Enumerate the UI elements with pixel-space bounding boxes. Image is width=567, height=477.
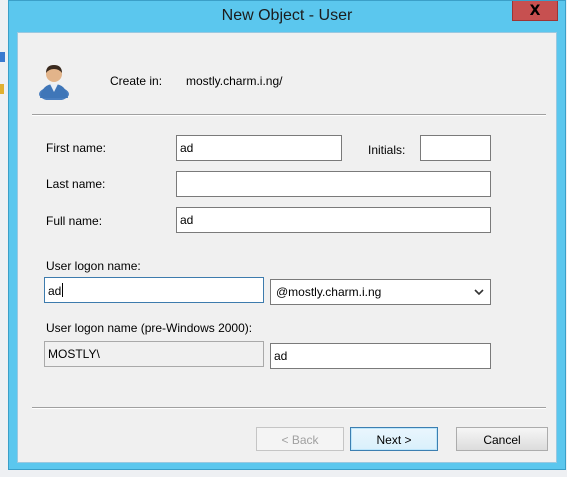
full-name-input[interactable]: ad bbox=[176, 207, 491, 233]
text-caret bbox=[62, 283, 64, 297]
logon-name-label: User logon name: bbox=[46, 259, 141, 273]
close-button[interactable]: X bbox=[512, 1, 558, 21]
background-window-fragment bbox=[0, 84, 4, 94]
chevron-down-icon bbox=[474, 289, 484, 296]
pre2000-label: User logon name (pre-Windows 2000): bbox=[46, 321, 253, 335]
logon-name-value: ad bbox=[48, 284, 62, 298]
pre2000-domain-field: MOSTLY\ bbox=[44, 341, 264, 367]
first-name-input[interactable]: ad bbox=[176, 135, 342, 161]
window-title: New Object - User bbox=[221, 7, 353, 24]
back-button[interactable]: < Back bbox=[256, 427, 344, 451]
create-in-path: mostly.charm.i.ng/ bbox=[186, 74, 283, 88]
initials-input[interactable] bbox=[420, 135, 491, 161]
background-window-fragment bbox=[0, 52, 5, 62]
title-bar[interactable]: New Object - User X bbox=[9, 1, 565, 32]
next-button[interactable]: Next > bbox=[350, 427, 438, 451]
pre2000-logon-input[interactable]: ad bbox=[270, 343, 491, 369]
upn-suffix-value: @mostly.charm.i.ng bbox=[276, 285, 382, 299]
close-icon: X bbox=[529, 2, 541, 19]
last-name-label: Last name: bbox=[46, 177, 106, 191]
user-icon bbox=[39, 65, 69, 100]
full-name-label: Full name: bbox=[46, 214, 103, 228]
first-name-label: First name: bbox=[46, 141, 107, 155]
dialog-body bbox=[17, 32, 557, 463]
create-in-label: Create in: bbox=[110, 74, 163, 88]
logon-name-input[interactable]: ad bbox=[44, 277, 264, 303]
cancel-button[interactable]: Cancel bbox=[456, 427, 548, 451]
header-separator bbox=[32, 114, 546, 116]
initials-label: Initials: bbox=[368, 143, 406, 157]
upn-suffix-dropdown[interactable]: @mostly.charm.i.ng bbox=[270, 279, 491, 305]
footer-separator bbox=[32, 407, 546, 409]
last-name-input[interactable] bbox=[176, 171, 491, 197]
new-user-dialog: New Object - User X bbox=[8, 0, 566, 470]
